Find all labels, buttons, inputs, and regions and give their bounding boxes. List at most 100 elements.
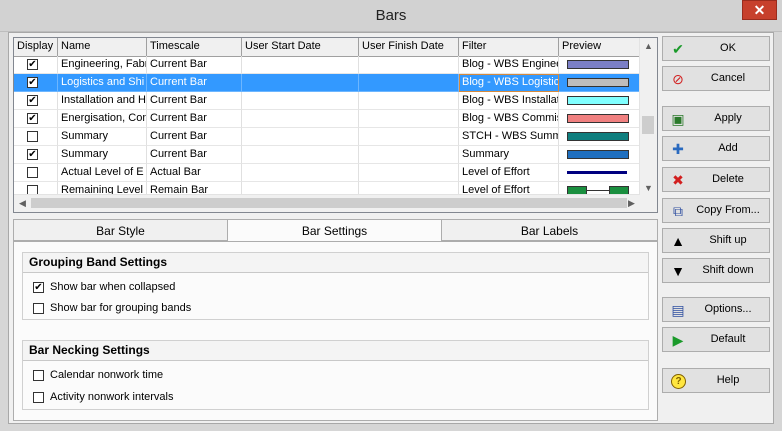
vertical-scroll-thumb[interactable]	[642, 116, 654, 134]
column-header-preview[interactable]: Preview	[559, 38, 640, 56]
finish-cell[interactable]	[359, 110, 459, 128]
copy-from-button[interactable]: ⧉ Copy From...	[662, 198, 770, 223]
delete-button[interactable]: ✖ Delete	[662, 167, 770, 192]
column-header-user-start-date[interactable]: User Start Date	[242, 38, 359, 56]
button-label: Options...	[704, 303, 752, 315]
filter-cell[interactable]: Blog - WBS Installat	[459, 92, 559, 110]
button-label: Shift down	[702, 264, 754, 276]
column-header-display[interactable]: Display	[14, 38, 58, 56]
name-cell[interactable]: Logistics and Shi	[58, 74, 147, 92]
start-cell[interactable]	[242, 146, 359, 164]
display-cell: ✔	[14, 92, 58, 110]
start-cell[interactable]	[242, 56, 359, 74]
table-row[interactable]: ✔ Energisation, Con Current Bar Blog - WBS …	[14, 110, 640, 128]
timescale-cell[interactable]: Current Bar	[147, 128, 242, 146]
default-icon: ▶	[672, 332, 684, 348]
finish-cell[interactable]	[359, 146, 459, 164]
scroll-up-icon[interactable]: ▲	[640, 38, 657, 55]
horizontal-scroll-thumb[interactable]	[31, 198, 627, 208]
tab-bar-labels[interactable]: Bar Labels	[441, 219, 658, 241]
display-checkbox[interactable]: ✔	[27, 59, 38, 70]
start-cell[interactable]	[242, 74, 359, 92]
grouping-band-group: Grouping Band Settings ✔ Show bar when c…	[22, 252, 649, 320]
vertical-scrollbar[interactable]: ▲ ▼	[639, 38, 657, 197]
finish-cell[interactable]	[359, 92, 459, 110]
finish-cell[interactable]	[359, 164, 459, 182]
finish-cell[interactable]	[359, 74, 459, 92]
button-label: Copy From...	[696, 204, 760, 216]
activity-nonwork-checkbox[interactable]	[33, 392, 44, 403]
show-bar-grouping-checkbox[interactable]	[33, 303, 44, 314]
timescale-cell[interactable]: Current Bar	[147, 146, 242, 164]
table-row[interactable]: ✔ Engineering, Fabr Current Bar Blog - WBS …	[14, 56, 640, 74]
filter-cell[interactable]: Blog - WBS Commis	[459, 110, 559, 128]
filter-cell[interactable]: STCH - WBS Summ	[459, 128, 559, 146]
finish-cell[interactable]	[359, 56, 459, 74]
button-label: Cancel	[710, 72, 746, 84]
bar-preview-swatch	[567, 150, 629, 159]
tab-bar-style[interactable]: Bar Style	[13, 219, 228, 241]
name-cell[interactable]: Energisation, Con	[58, 110, 147, 128]
close-button[interactable]: ✕	[742, 0, 777, 20]
ok-button[interactable]: ✔ OK	[662, 36, 770, 61]
start-cell[interactable]	[242, 92, 359, 110]
table-row[interactable]: ✔ Installation and He Current Bar Blog - WB…	[14, 92, 640, 110]
preview-cell	[559, 56, 640, 74]
help-icon: ?	[671, 374, 686, 389]
filter-cell[interactable]: Blog - WBS Logistic	[459, 74, 559, 92]
table-row[interactable]: Actual Level of E Actual Bar Level of Effo…	[14, 164, 640, 182]
cancel-icon: ⊘	[672, 71, 684, 87]
preview-cell	[559, 164, 640, 182]
finish-cell[interactable]	[359, 128, 459, 146]
column-header-name[interactable]: Name	[58, 38, 147, 56]
options-button[interactable]: ▤ Options...	[662, 297, 770, 322]
cancel-button[interactable]: ⊘ Cancel	[662, 66, 770, 91]
horizontal-scrollbar[interactable]: ◀ ▶	[14, 194, 640, 212]
start-cell[interactable]	[242, 164, 359, 182]
filter-cell[interactable]: Summary	[459, 146, 559, 164]
table-row[interactable]: ✔ Logistics and Shi Current Bar Blog - WBS …	[14, 74, 640, 92]
filter-cell[interactable]: Blog - WBS Enginee	[459, 56, 559, 74]
button-label: Apply	[714, 112, 742, 124]
shift-down-button[interactable]: ▼ Shift down	[662, 258, 770, 283]
timescale-cell[interactable]: Current Bar	[147, 56, 242, 74]
scroll-right-icon[interactable]: ▶	[623, 195, 640, 212]
timescale-cell[interactable]: Current Bar	[147, 110, 242, 128]
help-button[interactable]: ? Help	[662, 368, 770, 393]
filter-cell[interactable]: Level of Effort	[459, 164, 559, 182]
grid-header: Display Name Timescale User Start Date User …	[14, 38, 640, 57]
table-row[interactable]: ✔ Summary Current Bar Summary	[14, 146, 640, 164]
add-button[interactable]: ✚ Add	[662, 136, 770, 161]
display-checkbox[interactable]: ✔	[27, 149, 38, 160]
display-checkbox[interactable]	[27, 131, 38, 142]
display-checkbox[interactable]: ✔	[27, 95, 38, 106]
default-button[interactable]: ▶ Default	[662, 327, 770, 352]
column-header-filter[interactable]: Filter	[459, 38, 559, 56]
shift-up-button[interactable]: ▲ Shift up	[662, 228, 770, 253]
show-bar-collapsed-checkbox[interactable]: ✔	[33, 282, 44, 293]
table-row[interactable]: Summary Current Bar STCH - WBS Summ	[14, 128, 640, 146]
start-cell[interactable]	[242, 110, 359, 128]
calendar-nonwork-checkbox[interactable]	[33, 370, 44, 381]
window-title: Bars	[375, 7, 407, 24]
display-checkbox[interactable]	[27, 167, 38, 178]
timescale-cell[interactable]: Current Bar	[147, 74, 242, 92]
start-cell[interactable]	[242, 128, 359, 146]
name-cell[interactable]: Summary	[58, 128, 147, 146]
display-checkbox[interactable]: ✔	[27, 77, 38, 88]
name-cell[interactable]: Engineering, Fabr	[58, 56, 147, 74]
timescale-cell[interactable]: Current Bar	[147, 92, 242, 110]
display-checkbox[interactable]: ✔	[27, 113, 38, 124]
column-header-user-finish-date[interactable]: User Finish Date	[359, 38, 459, 56]
apply-button[interactable]: ▣ Apply	[662, 106, 770, 131]
timescale-cell[interactable]: Actual Bar	[147, 164, 242, 182]
bar-necking-group: Bar Necking Settings Calendar nonwork ti…	[22, 340, 649, 410]
name-cell[interactable]: Summary	[58, 146, 147, 164]
apply-icon: ▣	[671, 111, 685, 127]
bar-preview-swatch	[567, 78, 629, 87]
column-header-timescale[interactable]: Timescale	[147, 38, 242, 56]
scroll-left-icon[interactable]: ◀	[14, 195, 31, 212]
tab-bar-settings[interactable]: Bar Settings	[227, 219, 442, 242]
name-cell[interactable]: Actual Level of E	[58, 164, 147, 182]
name-cell[interactable]: Installation and He	[58, 92, 147, 110]
